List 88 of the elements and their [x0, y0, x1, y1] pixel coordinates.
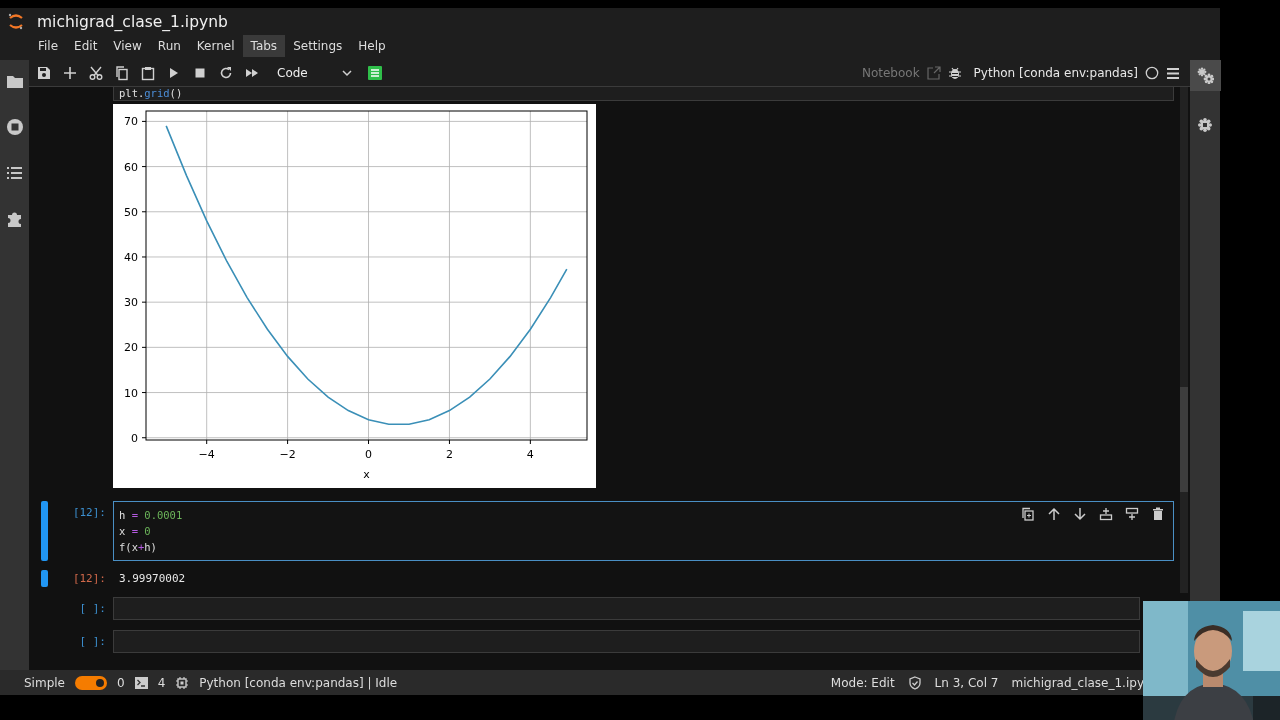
menu-item[interactable]: Kernel: [188, 35, 243, 57]
tick-label: 50: [124, 205, 138, 219]
scrollbar[interactable]: [1180, 87, 1188, 593]
code-line: h = 0.0001: [119, 508, 183, 523]
tick-label: 4: [526, 448, 534, 461]
bug-icon[interactable]: [947, 66, 962, 80]
tick-mark: [141, 437, 147, 439]
tick-mark: [141, 392, 147, 394]
tick-label: 10: [124, 386, 138, 400]
terminal-icon[interactable]: [134, 676, 148, 689]
duplicate-icon[interactable]: [1021, 507, 1035, 521]
tick-label: 20: [124, 341, 138, 355]
insert-above-icon[interactable]: [1099, 507, 1113, 521]
restart-icon[interactable]: [219, 66, 233, 80]
arrow-down-icon[interactable]: [1073, 507, 1087, 521]
cell-prompt: [12]:: [72, 506, 106, 519]
tick-mark: [141, 211, 147, 213]
cell-prompt: [ ]:: [79, 602, 106, 615]
gear-icon[interactable]: [1197, 117, 1213, 133]
tick-label: 40: [124, 250, 138, 264]
fast-forward-icon[interactable]: [245, 66, 259, 80]
clipboard-icon[interactable]: [141, 65, 155, 81]
kernel-count: 4: [157, 675, 166, 690]
tick-mark: [368, 439, 369, 445]
tick-label: −4: [198, 448, 215, 461]
tick-mark: [287, 439, 289, 445]
cell-prompt: [ ]:: [79, 635, 106, 648]
tick-label: 30: [124, 296, 138, 310]
gears-icon[interactable]: [1189, 60, 1221, 91]
tick-mark: [141, 346, 147, 348]
notebook-link[interactable]: Notebook: [861, 66, 920, 80]
tick-mark: [141, 166, 147, 168]
tick-mark: [141, 256, 147, 258]
code-editor[interactable]: h = 0.0001 x = 0 f(x+h): [113, 501, 1174, 561]
chip-icon[interactable]: [175, 675, 190, 690]
mode-toggle[interactable]: [75, 675, 107, 690]
save-icon[interactable]: [37, 66, 51, 80]
scissors-icon[interactable]: [89, 66, 103, 80]
cursor-position[interactable]: Ln 3, Col 7: [934, 675, 999, 690]
caret-icon: [342, 69, 352, 77]
code-line: plt.grid(): [119, 87, 183, 100]
terminal-count: 0: [117, 675, 125, 690]
menu-icon[interactable]: [1166, 66, 1180, 80]
mode-label: Simple: [24, 675, 65, 690]
menu-item[interactable]: Tabs: [242, 35, 286, 57]
plus-icon[interactable]: [63, 66, 77, 80]
editor-mode: Mode: Edit: [830, 675, 895, 690]
external-link-icon[interactable]: [926, 66, 941, 80]
tick-label: 0: [365, 448, 372, 461]
code-line: x = 0: [119, 524, 151, 539]
copy-icon[interactable]: [115, 65, 129, 81]
menu-item[interactable]: File: [30, 35, 67, 57]
kernel-status[interactable]: Python [conda env:pandas] | Idle: [199, 675, 398, 690]
shield-check-icon[interactable]: [907, 675, 922, 690]
kernel-name[interactable]: Python [conda env:pandas]: [973, 66, 1138, 80]
arrow-up-icon[interactable]: [1047, 507, 1061, 521]
menu-item[interactable]: View: [105, 35, 150, 57]
tick-mark: [141, 120, 147, 122]
tick-mark: [448, 439, 450, 445]
window-title: michigrad_clase_1.ipynb: [37, 12, 228, 31]
cell-type-dropdown[interactable]: Code: [273, 66, 356, 80]
app-logo-icon: [7, 13, 25, 30]
menu-item[interactable]: Run: [149, 35, 189, 57]
code-line: f(x+h): [119, 540, 157, 555]
active-cell-marker[interactable]: [41, 570, 48, 587]
menu-item[interactable]: Settings: [285, 35, 351, 57]
folder-icon[interactable]: [5, 73, 24, 89]
menu-item[interactable]: Edit: [66, 35, 106, 57]
file-name: michigrad_clase_1.ipy: [1011, 675, 1144, 690]
trash-icon[interactable]: [1151, 507, 1165, 521]
output-text: 3.99970002: [118, 571, 187, 587]
tick-label: 70: [124, 115, 138, 129]
tick-label: 2: [445, 448, 453, 461]
tick-mark: [141, 301, 147, 303]
tick-mark: [206, 439, 208, 445]
insert-below-icon[interactable]: [1125, 507, 1139, 521]
list-icon[interactable]: [6, 165, 23, 181]
tick-label: −2: [279, 448, 296, 461]
tick-mark: [529, 439, 531, 445]
stop-circle-icon[interactable]: [5, 118, 24, 136]
puzzle-icon[interactable]: [5, 210, 24, 228]
stop-icon[interactable]: [193, 66, 207, 80]
active-cell-marker[interactable]: [41, 501, 48, 561]
tick-label: 0: [131, 431, 138, 445]
axis-label: x: [363, 468, 370, 481]
tick-label: 60: [124, 160, 138, 174]
cell-prompt: [12]:: [72, 572, 106, 585]
menu-item[interactable]: Help: [350, 35, 394, 57]
